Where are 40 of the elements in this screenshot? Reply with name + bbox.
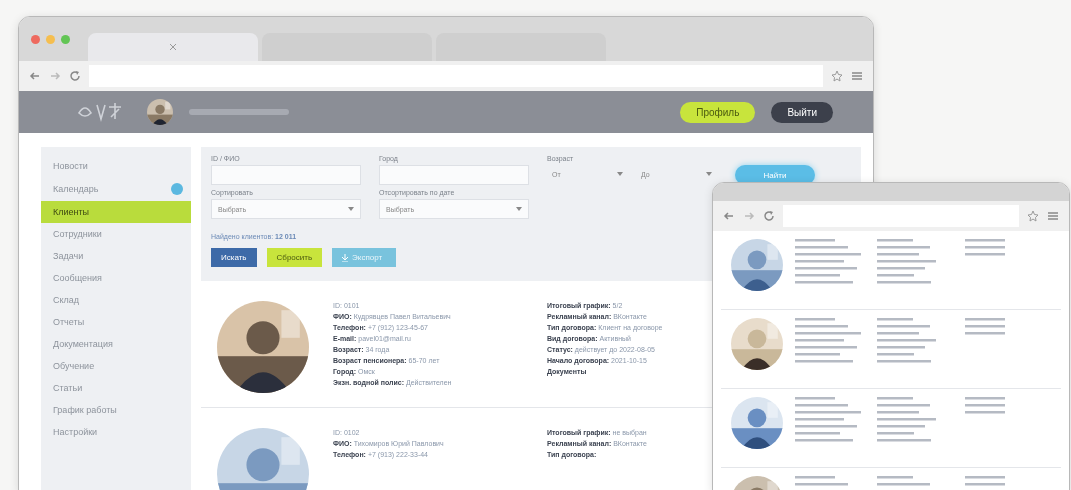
sidebar-item[interactable]: Склад <box>41 289 191 311</box>
sidebar-item[interactable]: Отчеты <box>41 311 191 333</box>
close-icon[interactable] <box>169 43 177 51</box>
sidebar-item[interactable]: График работы <box>41 399 191 421</box>
filter-button[interactable]: Экспорт <box>332 248 397 267</box>
sidebar-item[interactable]: Новости <box>41 155 191 177</box>
sidebar-item[interactable]: Документация <box>41 333 191 355</box>
browser-tab[interactable] <box>262 33 432 61</box>
menu-icon[interactable] <box>1047 210 1059 222</box>
sidebar-item[interactable]: Сообщения <box>41 267 191 289</box>
reload-icon[interactable] <box>763 210 775 222</box>
input-field[interactable] <box>379 165 529 185</box>
caret-icon <box>706 172 712 176</box>
back-icon[interactable] <box>29 70 41 82</box>
sidebar-item[interactable]: Календарь <box>41 177 191 201</box>
input-field[interactable] <box>211 165 361 185</box>
filter-button[interactable]: Сбросить <box>266 248 323 267</box>
filter-button[interactable]: Искать <box>211 248 257 267</box>
sidebar-item[interactable]: Обучение <box>41 355 191 377</box>
sidebar-item[interactable]: Настройки <box>41 421 191 443</box>
caret-icon <box>348 207 354 211</box>
download-icon <box>342 253 349 262</box>
caret-icon <box>617 172 623 176</box>
star-icon[interactable] <box>1027 210 1039 222</box>
sidebar-item[interactable]: Задачи <box>41 245 191 267</box>
star-icon[interactable] <box>831 70 843 82</box>
browser-tab[interactable] <box>436 33 606 61</box>
back-icon[interactable] <box>723 210 735 222</box>
sidebar-item[interactable]: Статьи <box>41 377 191 399</box>
menu-icon[interactable] <box>851 70 863 82</box>
find-button[interactable]: Найти <box>735 165 815 185</box>
reload-icon[interactable] <box>69 70 81 82</box>
sidebar-item[interactable]: Сотрудники <box>41 223 191 245</box>
header-button[interactable]: Профиль <box>680 101 756 123</box>
forward-icon[interactable] <box>743 210 755 222</box>
header-button[interactable]: Выйти <box>771 101 833 123</box>
forward-icon[interactable] <box>49 70 61 82</box>
sidebar-item[interactable]: Клиенты <box>41 201 191 223</box>
browser-tab[interactable] <box>88 33 258 61</box>
caret-icon <box>516 207 522 211</box>
